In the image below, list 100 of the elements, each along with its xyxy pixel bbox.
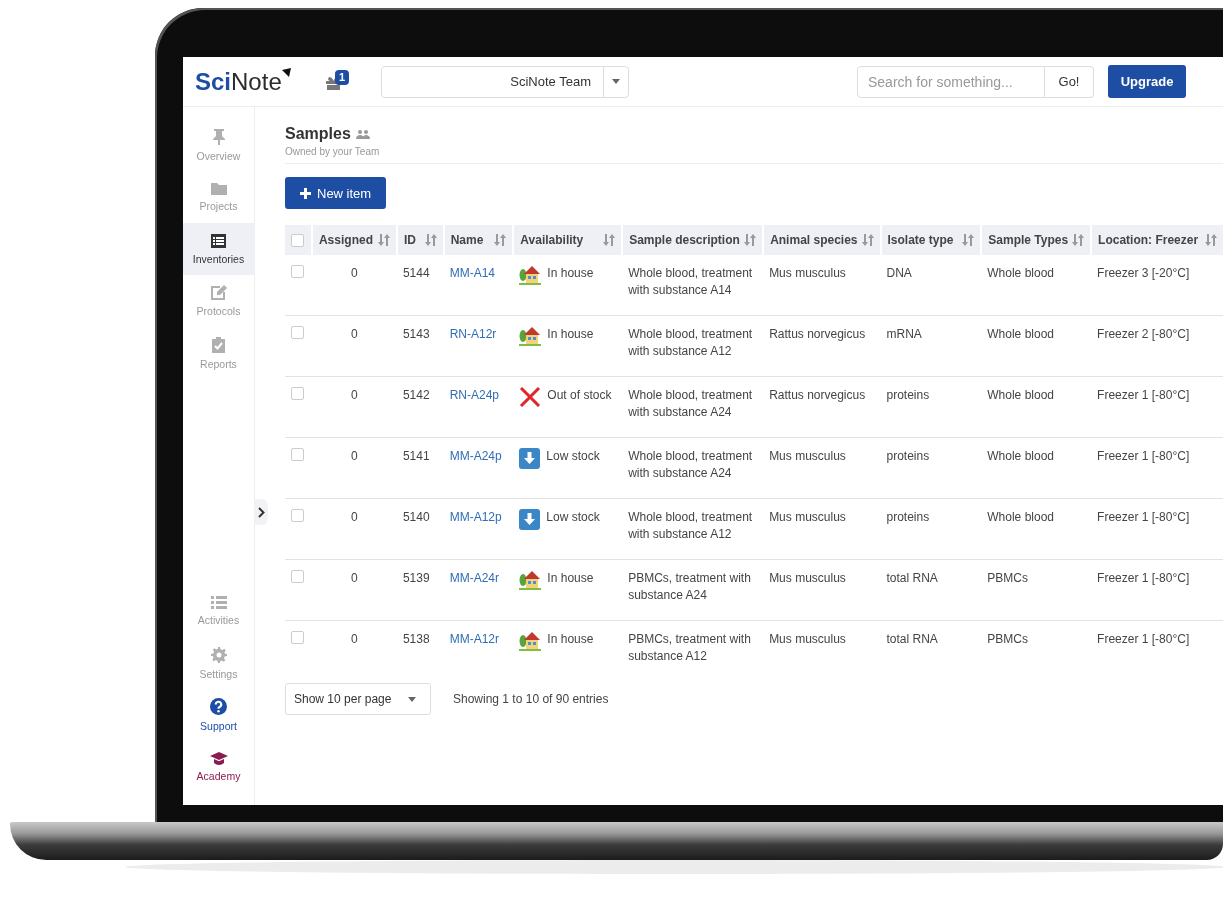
table-cell: Mus musculus — [769, 266, 846, 280]
table-cell: Whole blood — [987, 388, 1054, 402]
column-header[interactable]: Name — [443, 225, 514, 255]
column-header[interactable]: Animal species — [763, 225, 881, 255]
table-cell: 0 — [351, 632, 358, 646]
table-cell: Whole blood, treatment with substance A12 — [628, 510, 753, 541]
table-cell: Freezer 1 [-80°C] — [1097, 449, 1190, 463]
table-cell: total RNA — [886, 571, 938, 585]
house-icon — [519, 265, 542, 285]
availability-label: Out of stock — [547, 387, 612, 404]
availability-label: In house — [547, 326, 594, 343]
table-cell: proteins — [886, 510, 930, 524]
table-cell: 0 — [351, 510, 358, 524]
table-cell: Mus musculus — [769, 571, 846, 585]
team-dropdown[interactable]: SciNote Team — [381, 65, 629, 98]
checkbox[interactable] — [291, 509, 304, 522]
sample-link[interactable]: MM-A12p — [449, 510, 502, 524]
house-icon — [519, 570, 542, 590]
table-cell: 0 — [351, 571, 358, 585]
table-cell: Whole blood — [987, 266, 1054, 280]
sort-icon — [861, 234, 874, 246]
chevron-right-icon — [257, 506, 265, 518]
table-cell: 5143 — [402, 327, 430, 341]
table-cell: proteins — [886, 449, 930, 463]
column-header[interactable]: Assigned — [311, 225, 397, 255]
checkbox[interactable] — [291, 448, 304, 461]
table-cell: Whole blood — [987, 510, 1054, 524]
sidebar-item[interactable]: Support — [183, 689, 254, 741]
column-header[interactable]: ID — [396, 225, 444, 255]
expand-sidebar-button[interactable] — [254, 499, 268, 525]
sort-icon — [424, 234, 437, 246]
table-cell: proteins — [886, 388, 930, 402]
table-cell: Freezer 1 [-80°C] — [1097, 510, 1190, 524]
table-cell: Whole blood, treatment with substance A14 — [628, 266, 753, 297]
sample-link[interactable]: MM-A12r — [449, 632, 500, 646]
sort-icon — [1205, 234, 1217, 246]
column-header[interactable]: Sample description — [622, 225, 764, 255]
list-icon — [211, 233, 226, 248]
table-cell: Freezer 1 [-80°C] — [1097, 571, 1190, 585]
availability-label: Low stock — [546, 509, 600, 526]
table-cell: Freezer 2 [-80°C] — [1097, 327, 1190, 341]
sample-link[interactable]: MM-A14 — [449, 266, 496, 280]
availability-label: In house — [547, 570, 594, 587]
table-cell: Mus musculus — [769, 510, 846, 524]
sample-link[interactable]: MM-A24r — [449, 571, 500, 585]
column-header[interactable]: Availability — [513, 225, 623, 255]
sidebar-item[interactable]: Inventories — [183, 223, 254, 275]
table-cell: 0 — [351, 266, 358, 280]
search-field[interactable]: Search for something... — [857, 65, 1045, 98]
checkbox[interactable] — [291, 631, 304, 644]
column-header[interactable]: Location: Freezer — [1091, 225, 1223, 255]
availability-label: In house — [547, 265, 594, 282]
table-cell: Whole blood, treatment with substance A24 — [628, 449, 753, 480]
caret-icon — [612, 79, 620, 84]
table-cell: Freezer 1 [-80°C] — [1097, 632, 1190, 646]
sort-icon — [603, 234, 616, 246]
folder-icon — [210, 182, 227, 195]
house-icon — [519, 631, 542, 651]
table-cell: Freezer 1 [-80°C] — [1097, 388, 1190, 402]
sort-icon — [744, 234, 757, 246]
page-subtitle: Owned by your Team — [285, 146, 381, 157]
table-cell: 5139 — [402, 571, 430, 585]
entries-summary: Showing 1 to 10 of 90 entries — [453, 692, 609, 706]
cross-icon — [519, 387, 542, 407]
checkbox[interactable] — [291, 265, 304, 278]
table-cell: PBMCs — [987, 571, 1028, 585]
checkbox[interactable] — [291, 234, 304, 248]
sort-icon — [1072, 234, 1085, 246]
upgrade-button[interactable]: Upgrade — [1108, 65, 1186, 98]
table-cell: 5140 — [402, 510, 430, 524]
table-cell: 0 — [351, 327, 358, 341]
table-cell: total RNA — [886, 632, 938, 646]
table-cell: Whole blood, treatment with substance A24 — [628, 388, 753, 419]
sample-link[interactable]: RN-A24p — [449, 388, 500, 402]
checkbox[interactable] — [291, 326, 304, 339]
bulleted-list-icon — [210, 596, 227, 609]
new-item-button[interactable]: New item — [285, 177, 387, 209]
table-cell: Rattus norvegicus — [769, 388, 866, 402]
sample-link[interactable]: RN-A12r — [449, 327, 497, 341]
go-button[interactable]: Go! — [1045, 65, 1094, 98]
table-cell: 5141 — [402, 449, 430, 463]
availability-label: In house — [547, 631, 594, 648]
table-cell: 0 — [351, 449, 358, 463]
table-cell: Rattus norvegicus — [769, 327, 866, 341]
page-size-dropdown[interactable]: Show 10 per page — [285, 683, 431, 715]
people-icon — [355, 129, 370, 139]
table-cell: PBMCs, treatment with substance A24 — [628, 571, 751, 602]
table-cell: 5138 — [402, 632, 430, 646]
sidebar-item[interactable]: Academy — [183, 741, 254, 793]
checkbox[interactable] — [291, 387, 304, 400]
column-header[interactable]: Isolate type — [880, 225, 982, 255]
table-cell: PBMCs — [987, 632, 1028, 646]
table-cell: mRNA — [886, 327, 922, 341]
sort-icon — [377, 234, 390, 246]
sample-link[interactable]: MM-A24p — [449, 449, 502, 463]
page-title: Samples — [285, 125, 351, 143]
column-header[interactable]: Sample Types — [981, 225, 1092, 255]
caret-icon — [408, 696, 416, 702]
edit-icon — [210, 285, 227, 300]
checkbox[interactable] — [291, 570, 304, 583]
